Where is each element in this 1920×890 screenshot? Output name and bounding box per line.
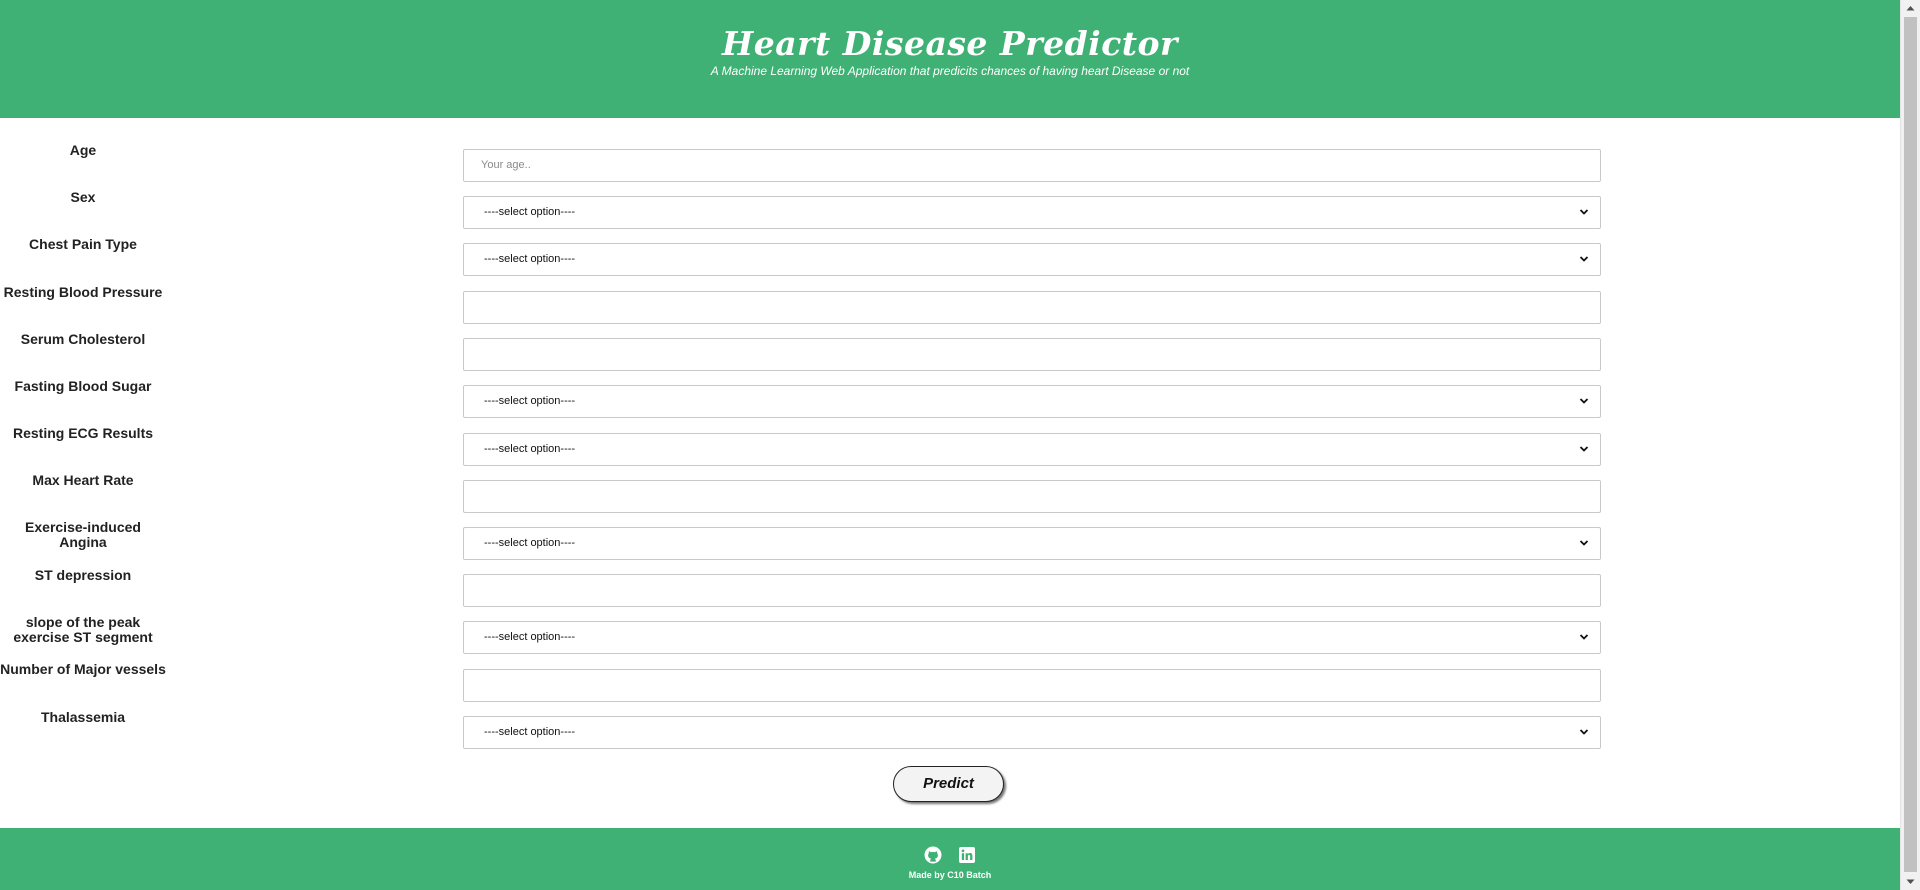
sex-label: Sex xyxy=(70,189,96,205)
thalassemia-label: Thalassemia xyxy=(40,709,126,725)
resting-blood-pressure-label: Resting Blood Pressure xyxy=(3,284,163,300)
github-icon[interactable] xyxy=(924,846,942,864)
age-placeholder: Your age.. xyxy=(481,159,531,171)
exercise-induced-angina-label: Exercise-induced Angina xyxy=(25,519,141,550)
major-vessels-label: Number of Major vessels xyxy=(0,661,166,677)
chest-pain-type-select[interactable]: ----select option---- xyxy=(463,243,1601,276)
chest-pain-type-label: Chest Pain Type xyxy=(29,236,137,252)
sex-select[interactable]: ----select option---- xyxy=(463,196,1601,229)
max-heart-rate-label: Max Heart Rate xyxy=(32,472,134,488)
st-depression-input[interactable] xyxy=(463,574,1601,607)
fasting-blood-sugar-label: Fasting Blood Sugar xyxy=(14,378,152,394)
max-heart-rate-input[interactable] xyxy=(463,480,1601,513)
vertical-scrollbar[interactable] xyxy=(1900,0,1920,890)
resting-blood-pressure-input[interactable] xyxy=(463,291,1601,324)
page-subtitle: A Machine Learning Web Application that … xyxy=(710,64,1190,78)
age-label: Age xyxy=(69,142,97,158)
chevron-down-icon xyxy=(1579,209,1589,215)
chevron-down-icon xyxy=(1579,256,1589,262)
chest-pain-type-select-value: ----select option---- xyxy=(484,253,576,265)
serum-cholesterol-label: Serum Cholesterol xyxy=(20,331,146,347)
chevron-down-icon xyxy=(1579,398,1589,404)
header-banner: Heart Disease Predictor A Machine Learni… xyxy=(0,0,1900,118)
chevron-down-icon xyxy=(1579,634,1589,640)
page-title: Heart Disease Predictor xyxy=(722,24,1178,63)
linkedin-icon[interactable] xyxy=(958,846,976,864)
browser-viewport: Heart Disease Predictor A Machine Learni… xyxy=(0,0,1920,890)
footer-credit: Made by C10 Batch xyxy=(908,870,992,880)
chevron-down-icon xyxy=(1579,446,1589,452)
social-links xyxy=(0,846,1900,864)
fasting-blood-sugar-select[interactable]: ----select option---- xyxy=(463,385,1601,418)
page: Heart Disease Predictor A Machine Learni… xyxy=(0,0,1900,890)
footer: Made by C10 Batch xyxy=(0,828,1900,890)
fasting-blood-sugar-select-value: ----select option---- xyxy=(484,395,576,407)
exercise-induced-angina-select[interactable]: ----select option---- xyxy=(463,527,1601,560)
serum-cholesterol-input[interactable] xyxy=(463,338,1601,371)
resting-ecg-results-label: Resting ECG Results xyxy=(12,425,154,441)
thalassemia-select[interactable]: ----select option---- xyxy=(463,716,1601,749)
st-slope-select[interactable]: ----select option---- xyxy=(463,621,1601,654)
resting-ecg-results-select[interactable]: ----select option---- xyxy=(463,433,1601,466)
resting-ecg-results-select-value: ----select option---- xyxy=(484,443,576,455)
predict-button[interactable]: Predict xyxy=(893,766,1004,802)
chevron-down-icon xyxy=(1579,729,1589,735)
st-slope-select-value: ----select option---- xyxy=(484,631,576,643)
major-vessels-input[interactable] xyxy=(463,669,1601,702)
exercise-induced-angina-select-value: ----select option---- xyxy=(484,537,576,549)
thalassemia-select-value: ----select option---- xyxy=(484,726,576,738)
st-slope-label: slope of the peak exercise ST segment xyxy=(13,614,153,645)
scrollbar-thumb[interactable] xyxy=(1904,17,1917,872)
age-input[interactable]: Your age.. xyxy=(463,149,1601,182)
chevron-down-icon xyxy=(1579,540,1589,546)
sex-select-value: ----select option---- xyxy=(484,206,576,218)
scroll-up-arrow-icon[interactable] xyxy=(1901,0,1920,17)
st-depression-label: ST depression xyxy=(34,567,132,583)
scroll-down-arrow-icon[interactable] xyxy=(1901,873,1920,890)
